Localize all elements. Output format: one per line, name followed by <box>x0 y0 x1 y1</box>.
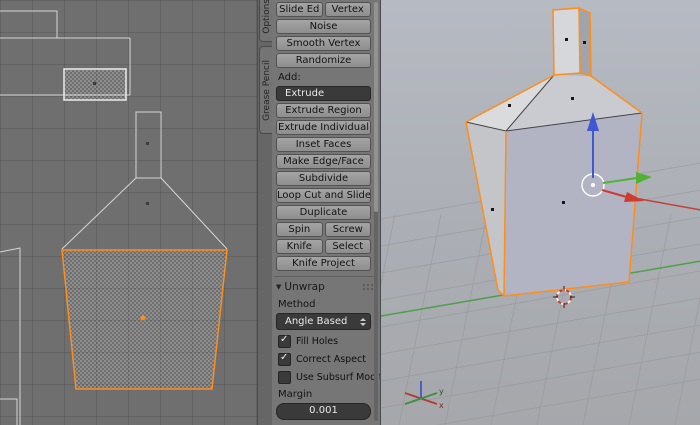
fill-holes-label: Fill Holes <box>296 336 339 347</box>
manipulator-center-dot <box>591 183 595 187</box>
correct-aspect-checkbox-row[interactable]: Correct Aspect <box>278 352 371 366</box>
toolshelf-scrollbar[interactable] <box>374 2 378 421</box>
tab-grease-pencil[interactable]: Grease Pencil <box>259 46 273 134</box>
unwrap-panel-header[interactable]: ▼ Unwrap <box>276 279 374 295</box>
spin-button[interactable]: Spin <box>276 222 323 237</box>
viewport-3d[interactable]: x y <box>380 0 700 425</box>
fill-holes-checkbox[interactable] <box>278 334 291 348</box>
mesh-house[interactable] <box>465 7 643 297</box>
method-label: Method <box>278 299 316 310</box>
use-subsurf-checkbox-row[interactable]: Use Subsurf Modifier <box>278 371 395 384</box>
knife-button[interactable]: Knife <box>276 239 323 254</box>
subdivide-button[interactable]: Subdivide <box>276 171 371 186</box>
chimney-front-face[interactable] <box>553 8 580 75</box>
tab-options[interactable]: Options <box>259 0 273 42</box>
add-label: Add: <box>278 72 301 83</box>
slide-edge-button[interactable]: Slide Ed <box>276 2 323 17</box>
mini-axis-gizmo-icon: x y <box>404 381 444 410</box>
noise-button[interactable]: Noise <box>276 19 371 34</box>
uv-active-face-dot <box>140 315 146 321</box>
extrude-region-button[interactable]: Extrude Region <box>276 103 371 118</box>
toolshelf: Slide Ed Vertex Noise Smooth Vertex Rand… <box>272 0 395 425</box>
dropdown-arrows-icon <box>360 318 366 326</box>
correct-aspect-checkbox[interactable] <box>278 352 291 366</box>
extrude-menu[interactable]: Extrude <box>276 86 371 101</box>
wall-left-face[interactable] <box>466 122 506 296</box>
uv-image-editor[interactable] <box>0 0 257 425</box>
make-edge-face-button[interactable]: Make Edge/Face <box>276 154 371 169</box>
wall-right-face[interactable] <box>504 113 642 296</box>
axis-x-label: x <box>439 401 444 410</box>
tab-grease-pencil-label: Grease Pencil <box>261 59 272 121</box>
method-select[interactable]: Angle Based <box>276 313 371 330</box>
toolshelf-scrollbar-thumb[interactable] <box>374 2 378 212</box>
axis-y-label: y <box>439 387 444 396</box>
panel-collapse-icon[interactable]: ▼ <box>276 283 281 291</box>
randomize-button[interactable]: Randomize <box>276 53 371 68</box>
knife-project-button[interactable]: Knife Project <box>276 256 371 271</box>
use-subsurf-checkbox[interactable] <box>278 371 291 384</box>
fill-holes-checkbox-row[interactable]: Fill Holes <box>278 334 371 348</box>
select-button[interactable]: Select <box>324 239 371 254</box>
inset-faces-button[interactable]: Inset Faces <box>276 137 371 152</box>
manipulator-y-arrowhead-icon[interactable] <box>636 172 652 184</box>
toolshelf-tabs: Options Grease Pencil <box>257 0 273 425</box>
panel-separator <box>274 276 377 277</box>
tab-options-label: Options <box>261 0 272 34</box>
unwrap-panel-title: Unwrap <box>284 281 325 293</box>
smooth-vertex-button[interactable]: Smooth Vertex <box>276 36 371 51</box>
panel-grip-icon[interactable] <box>362 283 374 291</box>
extrude-individual-button[interactable]: Extrude Individual <box>276 120 371 135</box>
duplicate-button[interactable]: Duplicate <box>276 205 371 220</box>
loop-cut-button[interactable]: Loop Cut and Slide <box>276 188 371 203</box>
screw-button[interactable]: Screw <box>324 222 371 237</box>
margin-field[interactable]: 0.001 <box>276 403 371 420</box>
correct-aspect-label: Correct Aspect <box>296 354 366 365</box>
method-select-value: Angle Based <box>285 316 348 327</box>
vertex-slide-button[interactable]: Vertex <box>324 2 371 17</box>
margin-label: Margin <box>278 389 313 400</box>
